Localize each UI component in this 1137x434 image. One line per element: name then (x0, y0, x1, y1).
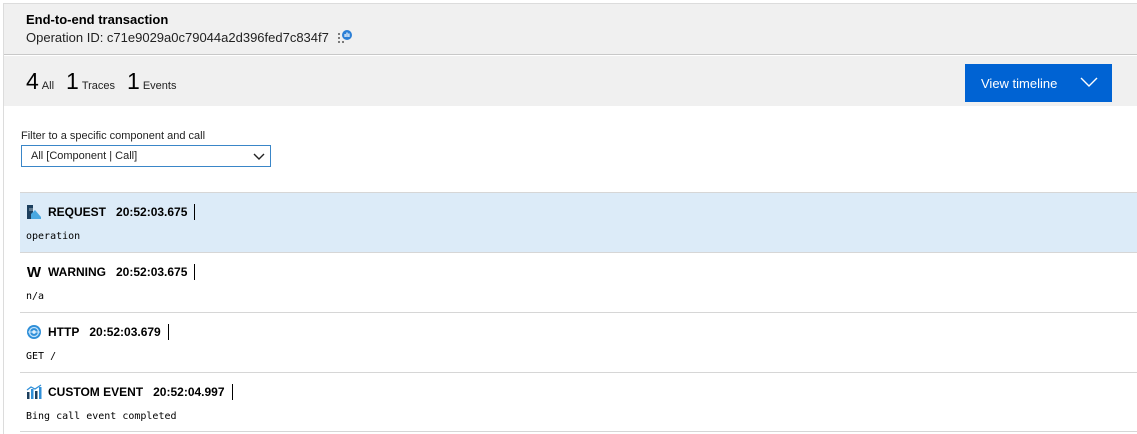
count-traces[interactable]: 1 Traces (66, 68, 115, 95)
count-events-label: Events (142, 80, 177, 92)
chevron-down-icon (1080, 75, 1098, 89)
row-timestamp: 20:52:03.675 (116, 205, 188, 219)
count-all[interactable]: 4 All (26, 68, 54, 95)
list-item-http[interactable]: HTTP 20:52:03.679 GET / (20, 312, 1137, 372)
view-timeline-label: View timeline (981, 75, 1058, 91)
row-timestamp: 20:52:03.675 (116, 265, 188, 279)
view-timeline-button[interactable]: View timeline (965, 64, 1112, 102)
count-events-number: 1 (127, 68, 140, 94)
chevron-down-icon (253, 152, 265, 161)
row-type: WARNING (48, 265, 106, 279)
row-type: HTTP (48, 325, 80, 339)
row-divider (194, 204, 196, 220)
counts-bar: 4 All 1 Traces 1 Events View timeline (4, 56, 1137, 106)
row-header: HTTP 20:52:03.679 (26, 324, 169, 340)
count-all-number: 4 (26, 68, 39, 94)
row-detail: n/a (26, 291, 45, 302)
count-events[interactable]: 1 Events (127, 68, 176, 95)
list-item-request[interactable]: REQUEST 20:52:03.675 operation (20, 192, 1137, 252)
panel-header: End-to-end transaction Operation ID: c71… (4, 4, 1137, 55)
filter-label: Filter to a specific component and call (21, 130, 206, 142)
row-divider (231, 384, 233, 400)
row-header: CUSTOM EVENT 20:52:04.997 (26, 384, 233, 400)
row-detail: GET / (26, 351, 57, 362)
row-divider (194, 264, 196, 280)
row-detail: operation (26, 231, 81, 242)
count-summary: 4 All 1 Traces 1 Events (26, 68, 188, 95)
row-timestamp: 20:52:04.997 (153, 385, 225, 399)
custom-event-icon (26, 384, 42, 400)
count-all-label: All (41, 80, 55, 92)
panel-title: End-to-end transaction (26, 12, 169, 27)
filter-selected-value: All [Component | Call] (31, 150, 138, 162)
row-divider (167, 324, 169, 340)
row-header: W WARNING 20:52:03.675 (26, 263, 196, 281)
count-traces-label: Traces (81, 80, 116, 92)
row-header: REQUEST 20:52:03.675 (26, 204, 196, 220)
copy-icon[interactable] (337, 29, 353, 45)
transaction-panel: End-to-end transaction Operation ID: c71… (3, 3, 1137, 434)
count-traces-number: 1 (66, 68, 79, 94)
row-detail: Bing call event completed (26, 411, 177, 422)
list-item-warning[interactable]: W WARNING 20:52:03.675 n/a (20, 252, 1137, 312)
operation-id-line: Operation ID: c71e9029a0c79044a2d396fed7… (26, 29, 353, 45)
warning-icon: W (26, 263, 42, 281)
row-type: CUSTOM EVENT (48, 385, 144, 399)
component-filter-dropdown[interactable]: All [Component | Call] (21, 145, 271, 167)
http-icon (26, 324, 42, 340)
list-item-custom-event[interactable]: CUSTOM EVENT 20:52:04.997 Bing call even… (20, 372, 1137, 432)
operation-id: Operation ID: c71e9029a0c79044a2d396fed7… (26, 29, 329, 45)
request-icon (26, 204, 42, 220)
telemetry-list: REQUEST 20:52:03.675 operation W WARNING… (20, 192, 1137, 432)
row-timestamp: 20:52:03.679 (89, 325, 161, 339)
row-type: REQUEST (48, 205, 107, 219)
